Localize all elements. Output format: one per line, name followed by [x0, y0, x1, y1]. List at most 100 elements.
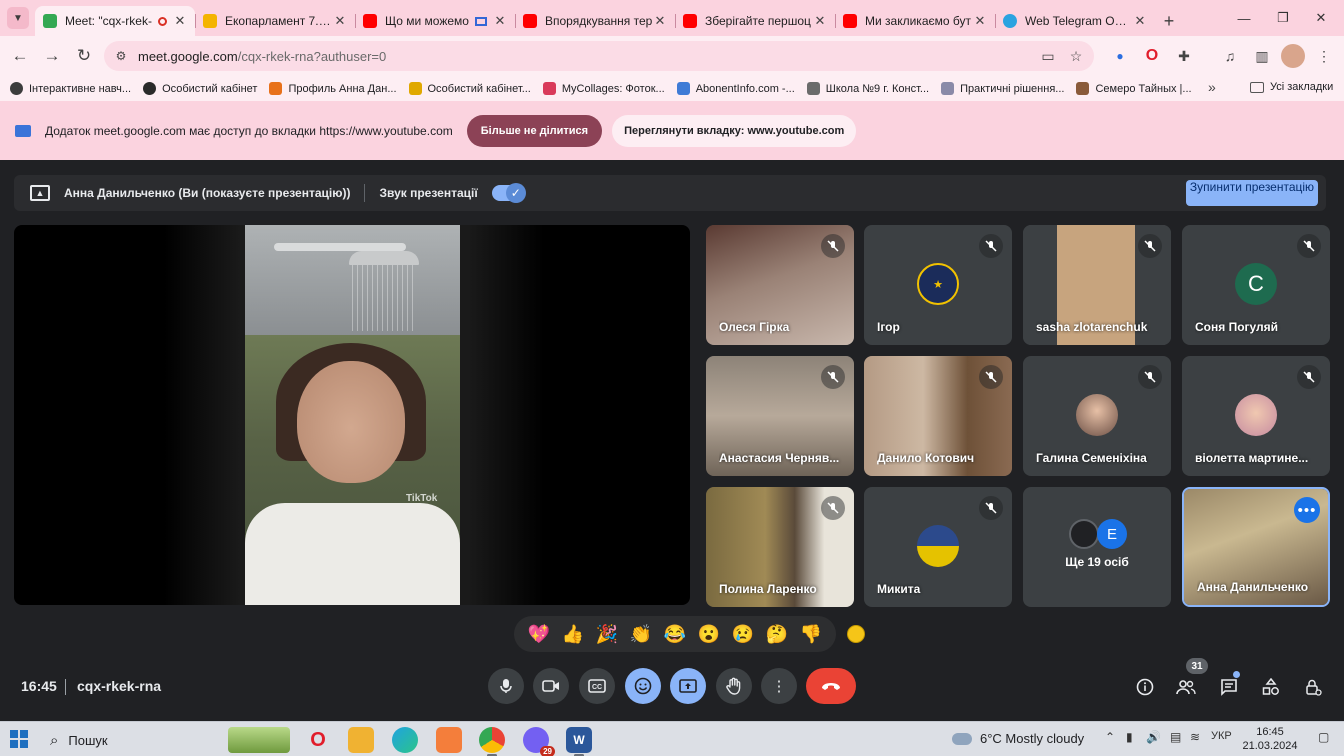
participant-tile[interactable]: Микита	[864, 487, 1012, 607]
present-now-button[interactable]	[670, 668, 706, 704]
word-icon[interactable]: W	[566, 727, 592, 756]
leave-call-button[interactable]	[806, 668, 856, 704]
view-shared-tab-button[interactable]: Переглянути вкладку: www.youtube.com	[612, 114, 857, 147]
participant-tile[interactable]: Анастасия Черняв...	[706, 356, 854, 476]
reaction-party[interactable]: 🎉	[596, 625, 618, 643]
reaction-clap[interactable]: 👏	[630, 625, 652, 643]
tab-presentation[interactable]: Екопарламент 7.ppt ✕	[195, 6, 355, 36]
bookmark-item[interactable]: MyCollages: Фоток...	[542, 82, 665, 95]
tab-meet[interactable]: Meet: "cqx-rkek- ✕	[35, 6, 195, 36]
bookmark-item[interactable]: Школа №9 г. Конст...	[806, 82, 929, 95]
participant-tile[interactable]: Галина Семеніхіна	[1023, 356, 1171, 476]
opera-extension-icon[interactable]: O	[1140, 44, 1164, 68]
camera-indicator-icon[interactable]: ▭	[1038, 46, 1058, 66]
close-tab-icon[interactable]: ✕	[493, 13, 507, 29]
extensions-puzzle-icon[interactable]: ✚	[1172, 44, 1196, 68]
close-tab-icon[interactable]: ✕	[1133, 13, 1147, 29]
reaction-surprised[interactable]: 😮	[698, 625, 720, 643]
skin-tone-selector[interactable]	[847, 625, 865, 643]
back-arrow-icon[interactable]: ←	[4, 40, 36, 72]
tab-telegram[interactable]: Web Telegram Online ✕	[995, 6, 1155, 36]
reaction-thumbs-up[interactable]: 👍	[562, 625, 584, 643]
bookmark-item[interactable]: Особистий кабінет	[143, 82, 257, 95]
tray-overflow-chevron-icon[interactable]: ⌃	[1105, 730, 1115, 744]
more-bookmarks-chevron-icon[interactable]: »	[1208, 79, 1216, 95]
language-indicator[interactable]: УКР	[1211, 730, 1232, 742]
tab-youtube-4[interactable]: Ми закликаємо бут ✕	[835, 6, 995, 36]
close-tab-icon[interactable]: ✕	[973, 13, 987, 29]
participant-tile[interactable]: Полина Ларенко	[706, 487, 854, 607]
forward-arrow-icon[interactable]: →	[36, 40, 68, 72]
reaction-laugh[interactable]: 😂	[664, 625, 686, 643]
tab-youtube-3[interactable]: Зберігайте першоц ✕	[675, 6, 835, 36]
bookmark-item[interactable]: Інтерактивне навч...	[10, 82, 131, 95]
reload-icon[interactable]: ↻	[68, 40, 100, 72]
host-controls-icon[interactable]	[1301, 675, 1325, 699]
taskbar-search[interactable]: ⌕ Пошук	[42, 726, 222, 754]
weather-widget[interactable]: 6°C Mostly cloudy	[952, 731, 1084, 746]
participant-tile[interactable]: віолетта мартине...	[1182, 356, 1330, 476]
windows-start-icon[interactable]	[10, 730, 28, 748]
raise-hand-button[interactable]	[716, 668, 752, 704]
tab-youtube-1[interactable]: Що ми можемо ✕	[355, 6, 515, 36]
meeting-details-icon[interactable]	[1133, 675, 1157, 699]
bookmark-item[interactable]: Особистий кабінет...	[408, 82, 531, 95]
opera-icon[interactable]: O	[305, 727, 331, 753]
reaction-thumbs-down[interactable]: 👎	[800, 625, 822, 643]
close-tab-icon[interactable]: ✕	[173, 13, 187, 29]
file-explorer-icon[interactable]	[348, 727, 374, 753]
participant-tile[interactable]: sasha zlotarenchuk	[1023, 225, 1171, 345]
wifi-icon[interactable]: ≋	[1190, 730, 1200, 744]
edge-icon[interactable]	[392, 727, 418, 753]
tab-youtube-2[interactable]: Впорядкування тер ✕	[515, 6, 675, 36]
more-options-button[interactable]: ⋮	[761, 668, 797, 704]
more-options-icon[interactable]: •••	[1294, 497, 1320, 523]
reactions-button[interactable]	[625, 668, 661, 704]
microphone-button[interactable]	[488, 668, 524, 704]
participant-tile[interactable]: Олеся Гірка	[706, 225, 854, 345]
browser-menu-icon[interactable]: ⋮	[1312, 44, 1336, 68]
close-window-button[interactable]: ✕	[1298, 0, 1344, 36]
bookmark-item[interactable]: Профиль Анна Дан...	[269, 82, 397, 95]
address-bar[interactable]: ⚙ meet.google.com/cqx-rkek-rna?authuser=…	[104, 41, 1094, 71]
close-tab-icon[interactable]: ✕	[333, 13, 347, 29]
captions-button[interactable]: CC	[579, 668, 615, 704]
bookmark-item[interactable]: Семеро Тайных |...	[1076, 82, 1192, 95]
self-tile[interactable]: ••• Анна Данильченко	[1182, 487, 1330, 607]
volume-icon[interactable]: 🔊	[1146, 730, 1161, 744]
participant-tile[interactable]: C Соня Погуляй	[1182, 225, 1330, 345]
side-panel-icon[interactable]: ▥	[1250, 44, 1274, 68]
profile-avatar[interactable]	[1281, 44, 1305, 68]
participant-tile[interactable]: ★ Ігор	[864, 225, 1012, 345]
presentation-audio-toggle[interactable]	[491, 183, 526, 203]
bookmark-star-icon[interactable]: ☆	[1066, 46, 1086, 66]
site-info-icon[interactable]: ⚙	[112, 47, 130, 65]
people-icon[interactable]	[1174, 675, 1198, 699]
reaction-sad[interactable]: 😢	[732, 625, 754, 643]
tab-search-button[interactable]: ▼	[7, 7, 29, 29]
close-tab-icon[interactable]: ✕	[813, 13, 827, 29]
notifications-icon[interactable]: ▢	[1318, 730, 1329, 744]
bookmark-item[interactable]: Практичні рішення...	[941, 82, 1064, 95]
reaction-heart[interactable]: 💖	[528, 625, 550, 643]
new-tab-button[interactable]: +	[1155, 6, 1183, 36]
reaction-thinking[interactable]: 🤔	[766, 625, 788, 643]
app-icon[interactable]	[436, 727, 462, 753]
chrome-icon[interactable]	[479, 727, 505, 756]
microphone-tray-icon[interactable]: ▮	[1126, 730, 1133, 744]
chat-icon[interactable]	[1217, 675, 1241, 699]
viber-icon[interactable]: 29	[523, 727, 555, 756]
camera-button[interactable]	[533, 668, 569, 704]
taskbar-clock[interactable]: 16:45 21.03.2024	[1236, 725, 1304, 753]
close-tab-icon[interactable]: ✕	[653, 13, 667, 29]
stop-presentation-button[interactable]: Зупинити презентацію	[1186, 180, 1318, 206]
extension-dot-icon[interactable]: ●	[1108, 44, 1132, 68]
activities-icon[interactable]	[1259, 675, 1283, 699]
network-icon[interactable]: ▤	[1170, 730, 1181, 744]
stop-sharing-button[interactable]: Більше не ділитися	[466, 114, 603, 147]
media-controls-icon[interactable]: ♫	[1218, 44, 1242, 68]
all-bookmarks-button[interactable]: Усі закладки	[1250, 81, 1333, 93]
more-participants-tile[interactable]: E Ще 19 осіб	[1023, 487, 1171, 607]
search-highlight-image[interactable]	[228, 727, 290, 753]
bookmark-item[interactable]: AbonentInfo.com -...	[676, 82, 795, 95]
